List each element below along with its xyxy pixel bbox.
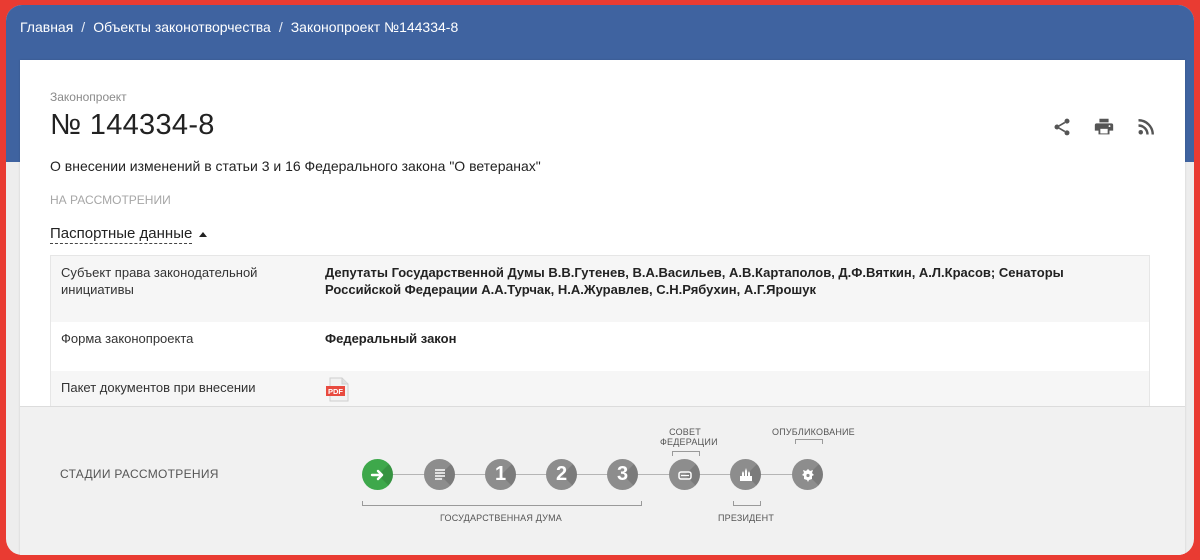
bill-title: О внесении изменений в статьи 3 и 16 Фед…: [50, 158, 541, 174]
stage-label-president: ПРЕЗИДЕНТ: [717, 513, 775, 523]
passport-row: Субъект права законодательной инициативы…: [51, 256, 1149, 322]
bill-card: Законопроект № 144334-8 О внесении измен…: [20, 60, 1185, 555]
document-list-icon: [434, 468, 445, 480]
pdf-badge: PDF: [328, 387, 343, 396]
stage-label-publication: ОПУБЛИКОВАНИЕ: [772, 427, 855, 437]
emblem-icon: [801, 468, 814, 482]
pdf-file-icon[interactable]: PDF: [325, 377, 351, 407]
stage-label-duma: ГОСУДАРСТВЕННАЯ ДУМА: [439, 513, 562, 523]
stage-reading-number: 2: [555, 463, 568, 485]
stage-reading-2[interactable]: 2: [546, 459, 577, 490]
passport-row: Форма законопроекта Федеральный закон: [51, 322, 1149, 371]
rss-icon[interactable]: [1135, 116, 1157, 138]
bracket-publication: [795, 439, 823, 444]
stage-label-council: СОВЕТ ФЕДЕРАЦИИ: [660, 427, 718, 447]
breadcrumb-separator: /: [81, 19, 86, 35]
bill-actions: [1051, 116, 1157, 138]
bill-kind: Законопроект: [50, 90, 127, 104]
bill-status: НА РАССМОТРЕНИИ: [50, 193, 171, 207]
passport-key: Субъект права законодательной инициативы: [61, 265, 258, 297]
share-icon[interactable]: [1051, 116, 1073, 138]
arrow-right-icon: [370, 469, 383, 480]
kremlin-icon: [739, 467, 752, 481]
bracket-president: [733, 501, 761, 506]
passport-table: Субъект права законодательной инициативы…: [50, 255, 1150, 431]
stage-label-council-line1: СОВЕТ: [669, 427, 701, 437]
stages-title: СТАДИИ РАССМОТРЕНИЯ: [60, 467, 219, 481]
passport-toggle-label: Паспортные данные: [50, 225, 193, 244]
stage-publication[interactable]: [792, 459, 823, 490]
passport-value: Федеральный закон: [325, 331, 457, 346]
stages-panel: СТАДИИ РАССМОТРЕНИЯ 1 2 3 СОВЕТ ФЕДЕРАЦИ…: [20, 406, 1185, 555]
window-frame: Главная / Объекты законотворчества / Зак…: [6, 5, 1194, 555]
breadcrumb-legislation-objects[interactable]: Объекты законотворчества: [93, 19, 271, 35]
stage-reading-number: 1: [494, 463, 507, 485]
federation-council-icon: [677, 470, 692, 480]
stage-reading-1[interactable]: 1: [485, 459, 516, 490]
bill-number: № 144334-8: [50, 109, 215, 141]
stage-arrow-right[interactable]: [362, 459, 393, 490]
breadcrumb-current-bill[interactable]: Законопроект №144334-8: [291, 19, 459, 35]
stage-reading-number: 3: [616, 463, 629, 485]
stage-president[interactable]: [730, 459, 761, 490]
stage-federation-council[interactable]: [669, 459, 700, 490]
bracket-council: [672, 451, 700, 456]
stage-document-list[interactable]: [424, 459, 455, 490]
passport-key: Форма законопроекта: [61, 331, 194, 346]
bracket-duma: [362, 501, 642, 506]
breadcrumb-separator: /: [278, 19, 283, 35]
print-icon[interactable]: [1093, 116, 1115, 138]
passport-toggle[interactable]: Паспортные данные: [50, 225, 208, 244]
passport-value: Депутаты Государственной Думы В.В.Гутене…: [325, 265, 1064, 297]
stage-label-council-line2: ФЕДЕРАЦИИ: [660, 437, 718, 447]
breadcrumb: Главная / Объекты законотворчества / Зак…: [20, 19, 458, 35]
caret-up-icon: [199, 232, 208, 237]
stage-reading-3[interactable]: 3: [607, 459, 638, 490]
breadcrumb-home[interactable]: Главная: [20, 19, 73, 35]
